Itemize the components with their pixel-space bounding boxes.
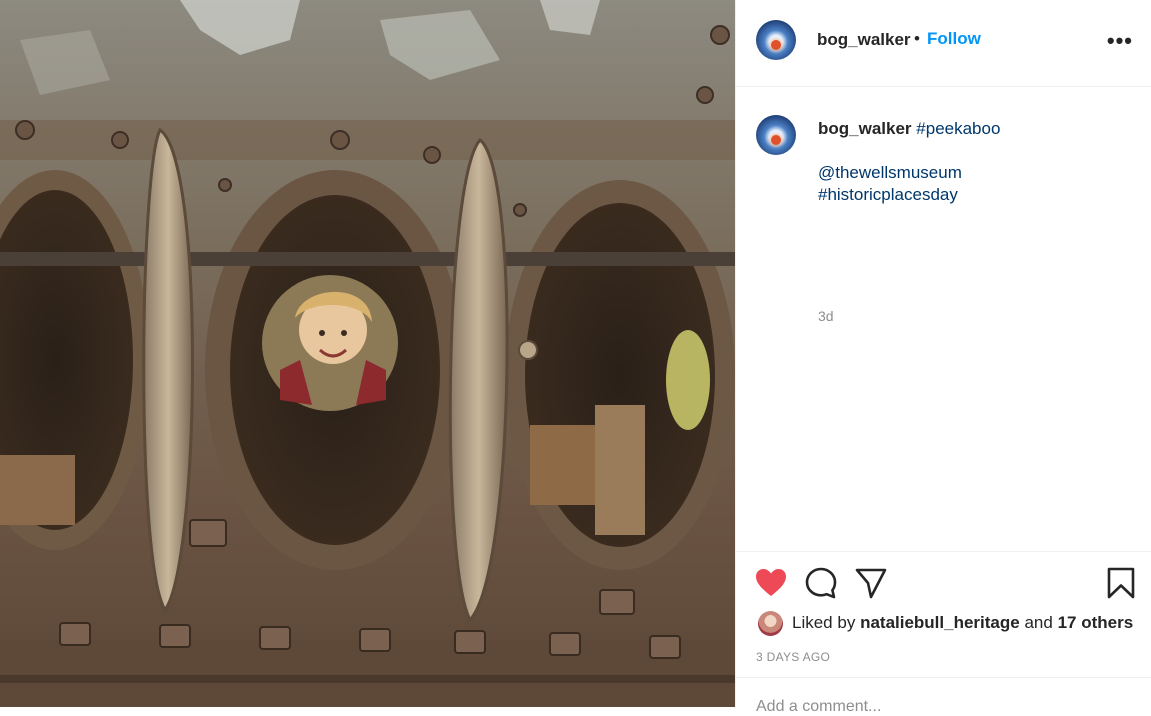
caption-avatar[interactable] bbox=[756, 115, 796, 155]
bookmark-icon[interactable] bbox=[1104, 566, 1138, 600]
caption-username[interactable]: bog_walker bbox=[818, 119, 912, 138]
post-photo[interactable] bbox=[0, 0, 735, 707]
action-bar: Liked by nataliebull_heritage and 17 oth… bbox=[736, 551, 1151, 678]
boiler-photo-illustration bbox=[0, 0, 735, 707]
caption-first-line: bog_walker #peekaboo bbox=[818, 118, 1138, 140]
likes-prefix: Liked by bbox=[792, 613, 856, 632]
avatar-flame-icon bbox=[771, 135, 781, 145]
heart-filled-icon[interactable] bbox=[754, 566, 788, 600]
likes-text: Liked by nataliebull_heritage and 17 oth… bbox=[792, 613, 1133, 633]
likes-and: and bbox=[1024, 613, 1053, 632]
paper-plane-icon[interactable] bbox=[854, 566, 888, 600]
caption-timestamp[interactable]: 3d bbox=[818, 308, 834, 324]
comment-icon[interactable] bbox=[804, 566, 838, 600]
follow-button[interactable]: Follow bbox=[927, 29, 981, 49]
caption-text: bog_walker #peekaboo @thewellsmuseum #hi… bbox=[818, 118, 1138, 206]
header-separator: • bbox=[914, 29, 920, 48]
post-details-panel: bog_walker • Follow ••• bog_walker #peek… bbox=[735, 0, 1151, 715]
hashtag-peekaboo[interactable]: #peekaboo bbox=[916, 119, 1000, 138]
liker-username[interactable]: nataliebull_heritage bbox=[860, 613, 1020, 632]
likes-others-link[interactable]: 17 others bbox=[1058, 613, 1134, 632]
avatar-flame-icon bbox=[771, 40, 781, 50]
post-date[interactable]: 3 DAYS AGO bbox=[756, 650, 830, 664]
comment-bar[interactable]: Add a comment... bbox=[736, 677, 1151, 715]
caption-area: bog_walker #peekaboo @thewellsmuseum #hi… bbox=[736, 87, 1151, 552]
mention-link[interactable]: @thewellsmuseum bbox=[818, 162, 1138, 184]
header-username[interactable]: bog_walker bbox=[817, 30, 911, 50]
hashtag-historicplacesday[interactable]: #historicplacesday bbox=[818, 184, 1138, 206]
comment-input[interactable]: Add a comment... bbox=[756, 698, 881, 716]
more-options-icon[interactable]: ••• bbox=[1107, 28, 1133, 54]
user-avatar[interactable] bbox=[756, 20, 796, 60]
liker-avatar[interactable] bbox=[758, 611, 783, 636]
post-header: bog_walker • Follow ••• bbox=[736, 0, 1151, 87]
